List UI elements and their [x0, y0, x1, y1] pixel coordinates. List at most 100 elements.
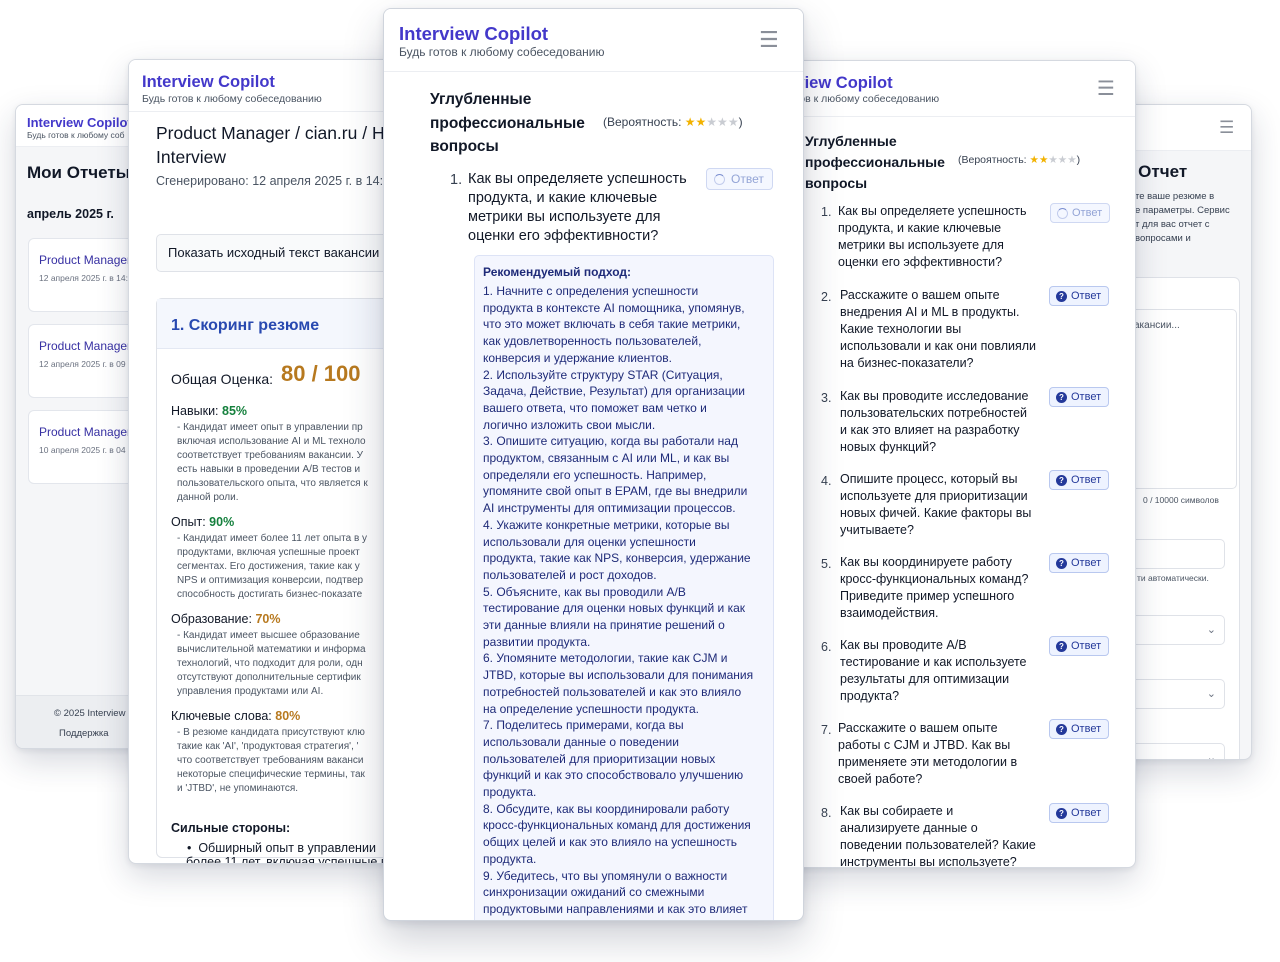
metric-text-line: отсутствуют дополнительные сертифик — [177, 672, 361, 683]
question-line: Как вы проводите исследование — [840, 389, 1029, 403]
metric-text-line: - Кандидат имеет опыт в управлении пр — [177, 422, 363, 433]
question-line: на бизнес-показатели? — [840, 356, 974, 370]
answer-button[interactable]: ? Ответ — [1049, 803, 1109, 823]
star-icon: ★ — [717, 115, 728, 129]
metric-text-line: включая использование AI и ML техноло — [177, 436, 366, 447]
answer-button[interactable]: ? Ответ — [1049, 286, 1109, 306]
brand-tagline: Будь готов к любому собеседованию — [142, 93, 322, 105]
question-line: оценки его эффективности? — [468, 228, 659, 244]
report-date: 12 апреля 2025 г. в 09 — [39, 359, 126, 369]
star-icon: ★ — [727, 115, 739, 129]
strength-item: • Обширный опыт в управлении — [187, 841, 376, 855]
question-number: 3. — [821, 391, 832, 405]
report-title[interactable]: Product Manager — [39, 425, 131, 439]
approach-line: конверсия и удержание клиентов. — [483, 350, 672, 365]
report-title[interactable]: Product Manager — [39, 339, 131, 353]
question-answer-window: Interview Copilot Будь готов к любому со… — [383, 8, 804, 921]
question-line: кросс-функциональных команд? — [840, 572, 1029, 586]
answer-button[interactable]: ? Ответ — [1049, 636, 1109, 656]
vacancy-textarea[interactable]: акансии... — [1129, 309, 1237, 489]
question-icon: ? — [1056, 558, 1067, 569]
page-title: Мои Отчеты — [27, 163, 131, 182]
report-title[interactable]: Product Manager — [39, 253, 131, 267]
intro-line: вопросами и — [1135, 233, 1191, 244]
approach-line: продукта. — [483, 785, 537, 799]
question-line: продукта, и какие ключевые — [838, 221, 1002, 235]
brand-logo[interactable]: Interview Copilot — [27, 115, 132, 130]
answer-button[interactable]: ? Ответ — [1049, 470, 1109, 490]
metric-text-line: вычислительной математики и информа — [177, 644, 366, 655]
menu-icon[interactable]: ☰ — [759, 29, 779, 51]
intro-line: те ваше резюме в — [1135, 191, 1215, 202]
question-line: своей работе? — [838, 772, 923, 786]
header: Interview Copilot Будь готов к любому со… — [384, 9, 803, 72]
strength-item-cont: более 11 лет, включая успешные п — [186, 855, 388, 864]
question-line: пользовательских потребностей — [840, 406, 1028, 420]
question-line: анализируете данные о — [840, 821, 978, 835]
approach-line: потребностей пользователей и как это вли… — [483, 684, 742, 699]
approach-line: вашего ответа, что поможет вам четко и — [483, 400, 707, 415]
star-icon: ★ — [706, 115, 718, 129]
approach-line: использовали данные о поведении — [483, 734, 679, 749]
question-number: 1. — [450, 172, 463, 188]
approach-line: JTBD, которые вы использовали для понима… — [483, 668, 754, 683]
metric-text-line: данной роли. — [177, 492, 239, 503]
metric-label: Образование: — [171, 612, 252, 626]
approach-line: использовали для оценки успешности — [483, 534, 696, 549]
brand-logo[interactable]: rview Copilot — [789, 74, 893, 93]
resume-scoring-panel: 1. Скоринг резюме Общая Оценка: 80 / 100… — [156, 298, 407, 858]
approach-line: 6. Упомяните методологии, такие как CJM … — [483, 651, 728, 666]
show-vacancy-text-button[interactable]: Показать исходный текст вакансии — [156, 234, 407, 272]
metric-text-line: технологий, что подходит для роли, одн — [177, 658, 363, 669]
questions-window: rview Copilot отов к любому собеседовани… — [760, 60, 1136, 868]
text-input[interactable] — [1129, 539, 1225, 569]
header: Interview Copilot Будь готов к любому со… — [129, 60, 407, 112]
question-number: 8. — [821, 806, 832, 820]
approach-title: Рекомендуемый подход: — [483, 265, 632, 279]
generated-date: Сгенерировано: 12 апреля 2025 г. в 14: — [156, 174, 384, 188]
intro-line: е параметры. Сервис — [1135, 205, 1230, 216]
metric-education: Образование: 70% — [171, 612, 280, 626]
approach-line: продукта. — [483, 851, 537, 866]
menu-icon[interactable]: ☰ — [1097, 79, 1115, 99]
select-dropdown[interactable]: ⌄ — [1129, 743, 1225, 760]
answer-button[interactable]: ? Ответ — [1049, 553, 1109, 573]
question-number: 2. — [821, 290, 832, 304]
approach-line: как удовлетворенность пользователей, — [483, 334, 702, 349]
answer-button[interactable]: ? Ответ — [1049, 387, 1109, 407]
select-dropdown[interactable]: ⌄ — [1129, 615, 1225, 645]
approach-line: на определение успешности продукта. — [483, 701, 700, 716]
metric-text-line: некоторые специфические термины, так — [177, 769, 365, 780]
approach-line: AI инструменты для оптимизации процессов… — [483, 501, 736, 516]
metric-value: 80% — [275, 709, 301, 723]
spinner-icon — [714, 174, 725, 185]
answer-button-loading[interactable]: Ответ — [706, 168, 773, 190]
select-dropdown[interactable]: ⌄ — [1129, 679, 1225, 709]
auto-hint: ти автоматически. — [1137, 573, 1209, 583]
approach-line: 3. Опишите ситуацию, когда вы работали н… — [483, 434, 738, 449]
question-line: взаимодействия. — [840, 606, 939, 620]
metric-experience: Опыт: 90% — [171, 515, 234, 529]
brand-logo[interactable]: Interview Copilot — [142, 73, 275, 92]
approach-line: тестирование для оценки новых функций и … — [483, 601, 746, 616]
metric-text-line: продуктами, включая успешные проект — [177, 547, 360, 558]
spinner-icon — [1057, 208, 1068, 219]
chevron-down-icon: ⌄ — [1206, 752, 1216, 760]
answer-button[interactable]: ? Ответ — [1049, 719, 1109, 739]
approach-line: 9. Убедитесь, что вы упомянули о важност… — [483, 868, 728, 883]
menu-icon[interactable]: ☰ — [1219, 119, 1234, 136]
approach-line: логично изложить свои мысли. — [483, 417, 656, 432]
approach-line: продуктом, связанным с AI или ML, и как … — [483, 451, 730, 465]
metric-text-line: - Кандидат имеет более 11 лет опыта в у — [177, 533, 368, 544]
metric-keywords: Ключевые слова: 80% — [171, 709, 300, 723]
panel-header: 1. Скоринг резюме — [157, 299, 407, 349]
metric-text-line: - Кандидат имеет высшее образование — [177, 630, 360, 641]
answer-button-loading[interactable]: Ответ — [1050, 203, 1110, 223]
report-title-cont: Interview — [156, 147, 227, 167]
question-line: и как это влияет на разработку — [840, 423, 1020, 437]
brand-logo[interactable]: Interview Copilot — [399, 23, 548, 45]
support-link[interactable]: Поддержка — [59, 728, 109, 739]
star-icon: ★ — [1038, 154, 1049, 166]
question-line: Как вы собираете и — [840, 804, 954, 818]
question-number: 7. — [821, 723, 832, 737]
